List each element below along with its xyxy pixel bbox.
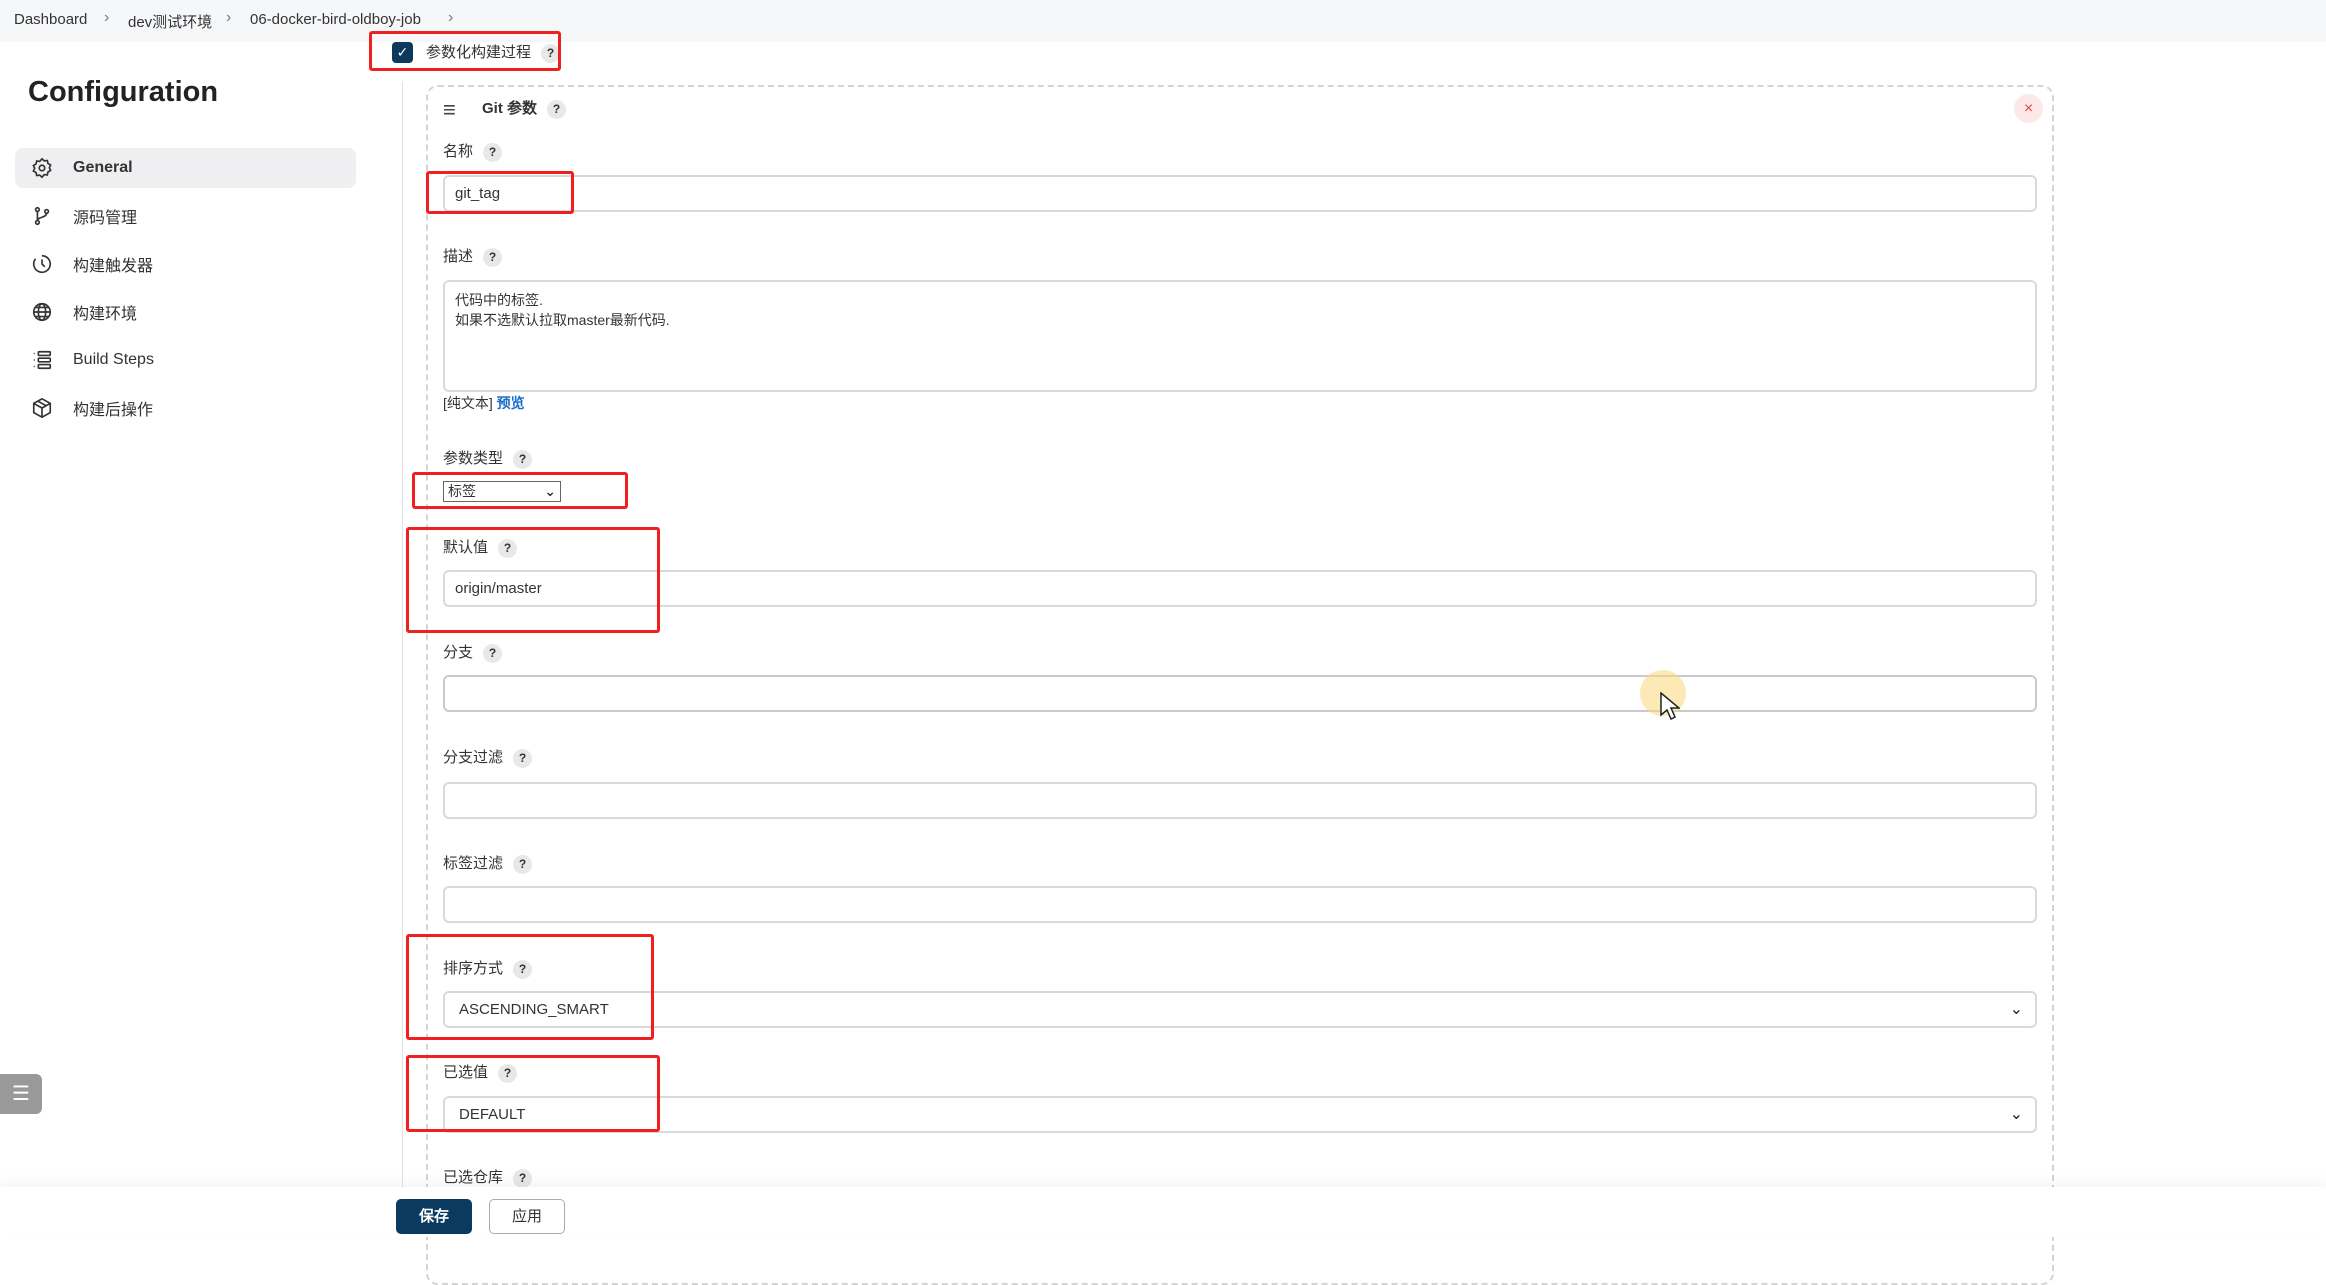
chevron-down-icon: ⌄ [2009,1106,2023,1123]
sort-mode-select[interactable]: ASCENDING_SMART ⌄ [443,991,2037,1028]
globe-icon [32,302,52,322]
branch-filter-input[interactable] [443,782,2037,819]
name-input[interactable]: git_tag [443,175,2037,212]
chevron-right-icon: › [104,9,110,26]
param-type-select[interactable]: 标签 ⌄ [443,481,561,502]
clock-icon [32,254,51,274]
chevron-right-icon: › [226,9,232,26]
parameterized-row: 参数化构建过程? [426,42,561,63]
help-icon[interactable]: ? [498,538,518,558]
help-icon[interactable]: ? [513,449,533,469]
help-icon[interactable]: ? [541,43,561,63]
drag-handle-icon[interactable]: ≡ [443,97,456,123]
list-icon [33,350,52,370]
save-button[interactable]: 保存 [396,1199,472,1234]
sidebar-item-label: Build Steps [73,351,154,368]
branch-label: 分支? [443,641,503,663]
footer-bar [0,1187,2326,1237]
help-icon[interactable]: ? [513,1168,533,1188]
help-icon[interactable]: ? [483,142,503,162]
description-textarea[interactable]: 代码中的标签. 如果不选默认拉取master最新代码. [443,280,2037,392]
branch-input[interactable] [443,675,2037,712]
branch-icon [34,206,50,226]
help-icon[interactable]: ? [513,748,533,768]
chevron-down-icon: ⌄ [2009,1001,2023,1018]
breadcrumb-dashboard[interactable]: Dashboard [14,11,87,28]
default-value-input[interactable]: origin/master [443,570,2037,607]
sidebar-item-label: 源码管理 [73,210,138,227]
param-type-label: 参数类型? [443,447,533,469]
description-label: 描述? [443,245,503,267]
help-icon[interactable]: ? [547,99,566,119]
apply-button[interactable]: 应用 [489,1199,565,1234]
sidebar-item-post-build[interactable]: 构建后操作 [15,388,356,428]
divider [402,82,403,1192]
selected-value-select[interactable]: DEFAULT ⌄ [443,1096,2037,1133]
help-icon[interactable]: ? [513,959,533,979]
page-title: Configuration [28,76,219,108]
close-icon[interactable]: × [2014,94,2043,123]
parameterized-checkbox[interactable]: ✓ [392,42,413,63]
branch-filter-label: 分支过滤? [443,746,533,768]
help-icon[interactable]: ? [498,1063,518,1083]
name-label: 名称? [443,140,503,162]
sidebar-item-label: 构建环境 [73,306,138,323]
mouse-cursor-icon [1660,692,1680,720]
sidebar-item-label: 构建触发器 [73,258,154,275]
help-icon[interactable]: ? [483,247,503,267]
sidebar-item-triggers[interactable]: 构建触发器 [15,244,356,284]
sort-mode-label: 排序方式? [443,957,533,979]
tag-filter-input[interactable] [443,886,2037,923]
toc-toggle-icon[interactable]: ☰ [0,1074,42,1114]
card-title: Git 参数 [482,100,537,117]
tag-filter-label: 标签过滤? [443,852,533,874]
plain-text-label: [纯文本] [443,395,493,411]
chevron-down-icon: ⌄ [544,483,556,499]
preview-link[interactable]: 预览 [497,395,525,411]
help-icon[interactable]: ? [513,854,533,874]
default-value-label: 默认值? [443,536,518,558]
breadcrumb-folder[interactable]: dev测试环境 [128,11,212,32]
card-header: Git 参数? [482,99,566,119]
sidebar-item-scm[interactable]: 源码管理 [15,196,356,236]
parameterized-label: 参数化构建过程 [426,44,532,61]
breadcrumb-job[interactable]: 06-docker-bird-oldboy-job [250,11,421,28]
chevron-right-icon[interactable]: › [448,9,453,27]
sidebar-item-build-steps[interactable]: Build Steps [15,340,356,380]
selected-repo-label: 已选仓库? [443,1166,533,1188]
selected-value-label: 已选值? [443,1061,518,1083]
sidebar-item-label: 构建后操作 [73,402,154,419]
sidebar-item-environment[interactable]: 构建环境 [15,292,356,332]
help-icon[interactable]: ? [483,643,503,663]
sidebar-item-label: General [73,159,133,176]
sidebar-item-general[interactable]: General [15,148,356,188]
format-row: [纯文本] 预览 [443,393,525,413]
gear-icon [32,157,52,179]
package-icon [32,397,52,419]
